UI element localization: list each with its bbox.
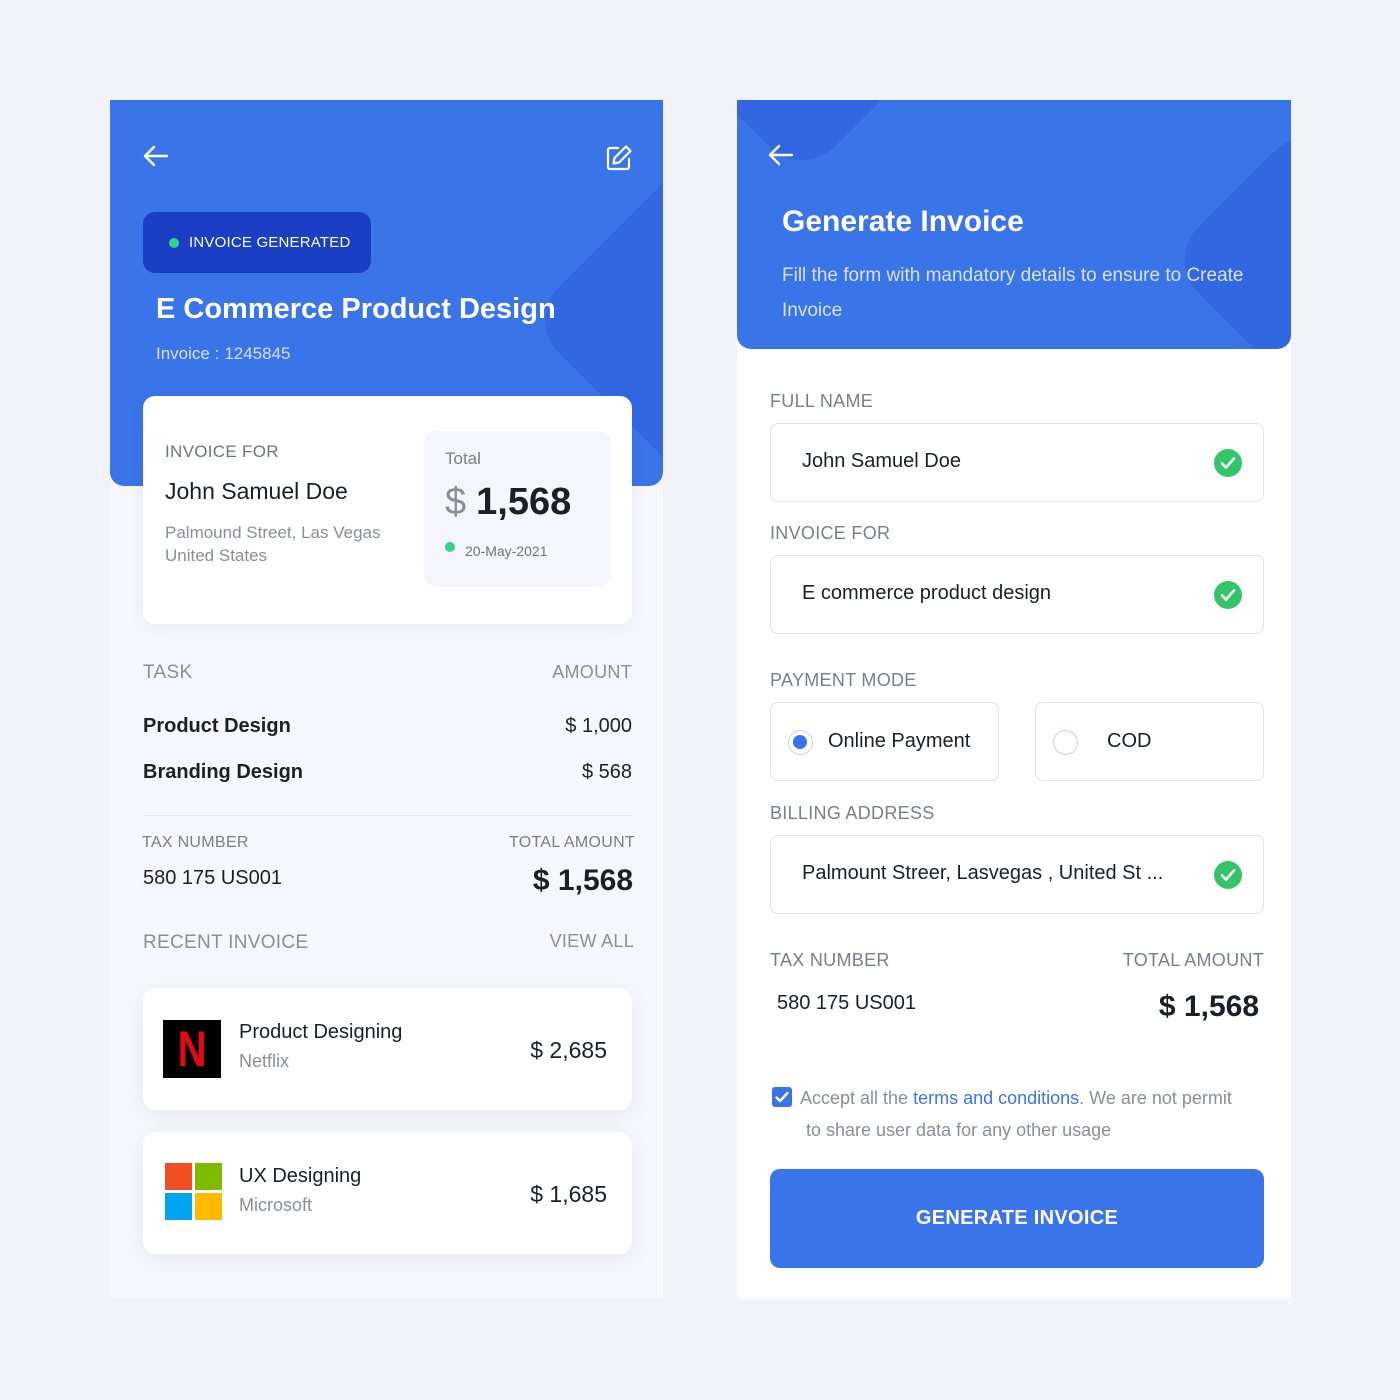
recent-invoice-header: RECENT INVOICE: [143, 932, 309, 953]
microsoft-logo-red: [165, 1163, 192, 1190]
project-title: E Commerce Product Design: [156, 293, 556, 325]
task-amount: $ 1,000: [565, 714, 632, 737]
total-amount-label: TOTAL AMOUNT: [509, 834, 635, 851]
status-dot: [169, 237, 179, 248]
netflix-logo-letter: N: [177, 1021, 207, 1077]
check-circle-icon: [1214, 861, 1242, 889]
client-address: Palmound Street, Las Vegas United States: [165, 521, 380, 567]
payment-option-label: Online Payment: [828, 730, 971, 752]
edit-button[interactable]: [603, 142, 635, 174]
check-circle-icon: [1214, 449, 1242, 477]
checkmark-icon: [775, 1091, 789, 1103]
netflix-logo: N: [163, 1020, 221, 1078]
generate-header: Generate Invoice Fill the form with mand…: [737, 100, 1291, 349]
billing-address-label: BILLING ADDRESS: [770, 803, 935, 823]
tax-number-value: 580 175 US001: [143, 867, 283, 889]
total-box: Total $1,568 20-May-2021: [424, 431, 611, 587]
tax-number-label: TAX NUMBER: [142, 834, 249, 851]
payment-option-label: COD: [1107, 730, 1152, 752]
status-badge-label: INVOICE GENERATED: [189, 234, 351, 251]
terms-checkbox[interactable]: [772, 1087, 792, 1107]
total-amount: $1,568: [445, 481, 571, 524]
back-button[interactable]: [765, 139, 797, 171]
total-amount-label: TOTAL AMOUNT: [1122, 950, 1264, 970]
generate-invoice-screen: Generate Invoice Fill the form with mand…: [737, 100, 1291, 1299]
task-name: Product Design: [143, 714, 291, 737]
recent-invoice-item[interactable]: UX Designing Microsoft $ 1,685: [143, 1132, 632, 1254]
invoice-number: Invoice :1245845: [156, 344, 291, 364]
invoice-number-label: Invoice :: [156, 344, 220, 363]
total-label: Total: [445, 449, 481, 468]
currency-symbol: $: [445, 481, 467, 523]
view-all-link[interactable]: VIEW ALL: [550, 931, 634, 952]
task-header: TASK: [143, 662, 193, 683]
recent-invoice-title: Product Designing: [239, 1021, 403, 1043]
billing-address-field[interactable]: Palmount Streer, Lasvegas , United St ..…: [770, 835, 1264, 914]
task-name: Branding Design: [143, 760, 304, 783]
invoice-date: 20-May-2021: [445, 542, 548, 559]
task-row: Branding Design $ 568: [143, 757, 632, 787]
microsoft-logo: [165, 1163, 223, 1221]
radio-button[interactable]: [1053, 730, 1078, 755]
payment-option-online[interactable]: Online Payment: [770, 702, 999, 781]
client-name: John Samuel Doe: [165, 478, 348, 504]
invoice-date-value: 20-May-2021: [465, 543, 548, 559]
task-row: Product Design $ 1,000: [143, 711, 632, 741]
full-name-field[interactable]: John Samuel Doe: [770, 423, 1264, 502]
invoice-detail-screen: INVOICE GENERATED E Commerce Product Des…: [110, 100, 663, 1298]
total-value: 1,568: [476, 481, 572, 523]
generate-invoice-button[interactable]: GENERATE INVOICE: [770, 1169, 1264, 1268]
microsoft-logo-yellow: [195, 1193, 222, 1220]
edit-icon: [606, 145, 632, 171]
microsoft-logo-blue: [165, 1193, 192, 1220]
invoice-summary-card: INVOICE FOR John Samuel Doe Palmound Str…: [143, 396, 632, 624]
terms-suffix: . We are not permit: [1079, 1088, 1232, 1108]
total-amount-value: $ 1,568: [1158, 990, 1259, 1023]
terms-line-1: Accept all the terms and conditions. We …: [772, 1082, 1267, 1114]
divider: [143, 815, 632, 816]
full-name-label: FULL NAME: [770, 391, 874, 411]
radio-button-selected[interactable]: [788, 730, 813, 755]
back-button[interactable]: [140, 140, 172, 172]
tax-number-label: TAX NUMBER: [770, 950, 890, 970]
total-amount-value: $ 1,568: [532, 864, 633, 897]
payment-option-cod[interactable]: COD: [1035, 702, 1264, 781]
arrow-left-icon: [768, 144, 794, 166]
address-line-1: Palmound Street, Las Vegas: [165, 523, 381, 542]
terms-consent: Accept all the terms and conditions. We …: [772, 1082, 1267, 1146]
task-amount: $ 568: [581, 760, 632, 783]
invoice-for-field[interactable]: E commerce product design: [770, 555, 1264, 634]
tax-number-value: 580 175 US001: [777, 992, 917, 1014]
invoice-number-value: 1245845: [224, 344, 291, 363]
recent-invoice-amount: $ 2,685: [530, 1037, 607, 1063]
status-badge: INVOICE GENERATED: [143, 212, 371, 273]
terms-line-2: to share user data for any other usage: [806, 1120, 1112, 1140]
invoice-for-label: INVOICE FOR: [165, 442, 279, 461]
invoice-for-value: E commerce product design: [802, 582, 1052, 604]
billing-address-value: Palmount Streer, Lasvegas , United St ..…: [802, 862, 1164, 884]
recent-invoice-company: Microsoft: [239, 1195, 313, 1215]
address-line-2: United States: [165, 546, 268, 565]
recent-invoice-company: Netflix: [239, 1051, 290, 1071]
terms-prefix: Accept all the: [800, 1088, 909, 1108]
arrow-left-icon: [143, 145, 169, 167]
check-circle-icon: [1214, 581, 1242, 609]
invoice-for-label: INVOICE FOR: [770, 523, 891, 543]
amount-header: AMOUNT: [552, 662, 632, 682]
page-title: Generate Invoice: [782, 205, 1024, 238]
page-subtitle: Fill the form with mandatory details to …: [782, 265, 1244, 321]
terms-link[interactable]: terms and conditions: [913, 1088, 1079, 1108]
recent-invoice-amount: $ 1,685: [530, 1181, 607, 1207]
date-dot: [445, 542, 455, 552]
recent-invoice-item[interactable]: N Product Designing Netflix $ 2,685: [143, 988, 632, 1110]
microsoft-logo-green: [195, 1163, 222, 1190]
recent-invoice-title: UX Designing: [239, 1165, 362, 1187]
full-name-value: John Samuel Doe: [802, 450, 961, 472]
payment-mode-label: PAYMENT MODE: [770, 670, 917, 690]
